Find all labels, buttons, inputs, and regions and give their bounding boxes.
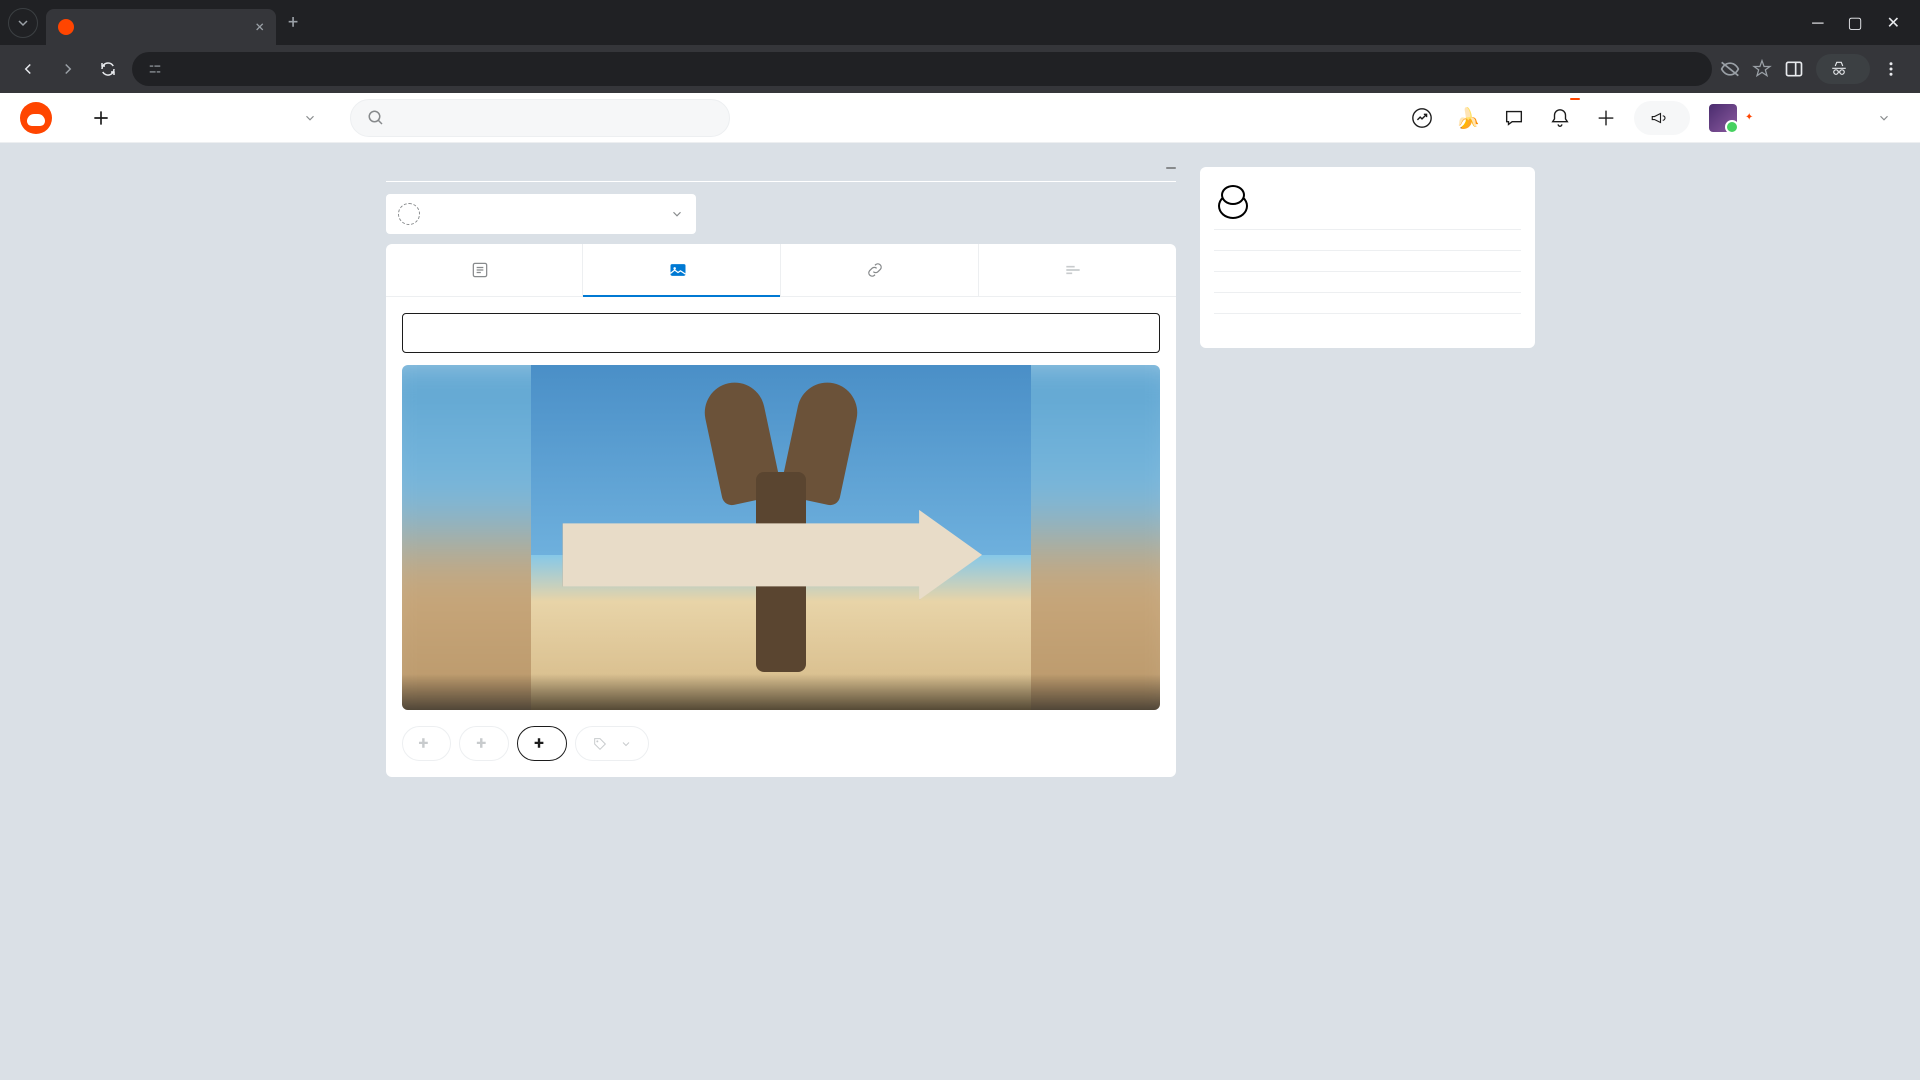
reddit-favicon-icon bbox=[58, 19, 74, 35]
rule-item bbox=[1214, 251, 1521, 272]
reddit-header: 🍌 ✦ bbox=[0, 93, 1920, 143]
incognito-icon bbox=[1830, 60, 1848, 78]
avatar bbox=[1709, 104, 1737, 132]
window-controls: ─ ▢ ✕ bbox=[1812, 13, 1912, 33]
community-placeholder-icon bbox=[398, 203, 420, 225]
post-tags: + + + bbox=[386, 726, 1176, 777]
back-button[interactable] bbox=[12, 53, 44, 85]
community-selector[interactable] bbox=[386, 194, 696, 234]
user-karma: ✦ bbox=[1745, 111, 1757, 124]
post-icon bbox=[470, 260, 490, 280]
image-upload-preview bbox=[402, 365, 1160, 710]
browser-tab[interactable]: × bbox=[46, 9, 276, 45]
rule-item bbox=[1214, 293, 1521, 314]
advertise-button[interactable] bbox=[1634, 101, 1690, 135]
tab-search-button[interactable] bbox=[8, 8, 38, 38]
tab-image-video[interactable] bbox=[583, 244, 781, 296]
post-form: + + + bbox=[386, 244, 1176, 777]
sidepanel-icon[interactable] bbox=[1784, 59, 1804, 79]
reddit-logo-icon bbox=[20, 102, 52, 134]
chevron-down-icon bbox=[1877, 111, 1891, 125]
popular-icon[interactable] bbox=[1404, 100, 1440, 136]
rules-list bbox=[1214, 230, 1521, 334]
image-icon bbox=[668, 260, 688, 280]
tab-poll bbox=[979, 244, 1176, 296]
browser-tab-strip: × + ─ ▢ ✕ bbox=[0, 0, 1920, 45]
post-type-tabs bbox=[386, 244, 1176, 297]
rule-item bbox=[1214, 230, 1521, 251]
new-tab-button[interactable]: + bbox=[276, 12, 310, 33]
browser-toolbar bbox=[0, 45, 1920, 93]
close-tab-icon[interactable]: × bbox=[255, 17, 264, 36]
drafts-button[interactable] bbox=[1160, 167, 1176, 169]
title-input-wrapper bbox=[402, 313, 1160, 353]
chevron-down-icon bbox=[670, 207, 684, 221]
tab-link[interactable] bbox=[781, 244, 979, 296]
coins-icon[interactable]: 🍌 bbox=[1450, 100, 1486, 136]
flair-tag-button bbox=[575, 726, 649, 761]
nsfw-tag-button[interactable]: + bbox=[517, 726, 567, 761]
bookmark-star-icon[interactable] bbox=[1752, 59, 1772, 79]
browser-menu-icon[interactable] bbox=[1882, 60, 1900, 78]
posting-rules-card bbox=[1200, 167, 1535, 348]
rules-heading bbox=[1214, 181, 1521, 230]
minimize-icon[interactable]: ─ bbox=[1812, 13, 1823, 33]
upload-overlay bbox=[402, 674, 1160, 710]
chat-icon[interactable] bbox=[1496, 100, 1532, 136]
address-bar[interactable] bbox=[132, 52, 1712, 86]
tag-icon bbox=[592, 736, 608, 752]
maximize-icon[interactable]: ▢ bbox=[1847, 13, 1862, 33]
footer-note bbox=[1200, 366, 1535, 384]
notification-badge bbox=[1570, 98, 1580, 100]
site-settings-icon[interactable] bbox=[148, 62, 162, 76]
chevron-down-icon bbox=[303, 111, 317, 125]
incognito-eye-icon[interactable] bbox=[1720, 59, 1740, 79]
link-icon bbox=[865, 260, 885, 280]
megaphone-icon bbox=[1650, 109, 1668, 127]
spoiler-tag-button: + bbox=[459, 726, 509, 761]
oc-tag-button: + bbox=[402, 726, 452, 761]
search-icon bbox=[367, 109, 385, 127]
reload-button[interactable] bbox=[92, 53, 124, 85]
close-window-icon[interactable]: ✕ bbox=[1887, 13, 1900, 33]
nav-create-post-dropdown[interactable] bbox=[74, 100, 334, 136]
rule-item bbox=[1214, 314, 1521, 334]
snoo-icon bbox=[1214, 181, 1252, 219]
incognito-badge[interactable] bbox=[1816, 54, 1870, 84]
forward-button[interactable] bbox=[52, 53, 84, 85]
user-menu[interactable]: ✦ bbox=[1700, 99, 1900, 137]
drafts-count bbox=[1166, 167, 1176, 169]
notifications-icon[interactable] bbox=[1542, 100, 1578, 136]
main-content: + + + bbox=[0, 143, 1920, 1080]
uploaded-image bbox=[531, 365, 1031, 710]
poll-icon bbox=[1063, 260, 1083, 280]
chevron-down-icon bbox=[620, 738, 632, 750]
tab-post[interactable] bbox=[386, 244, 584, 296]
search-input[interactable] bbox=[350, 99, 730, 137]
plus-icon bbox=[91, 108, 111, 128]
reddit-logo[interactable] bbox=[20, 102, 58, 134]
create-icon[interactable] bbox=[1588, 100, 1624, 136]
rule-item bbox=[1214, 272, 1521, 293]
title-input[interactable] bbox=[417, 325, 1145, 341]
page-header bbox=[386, 167, 1176, 182]
